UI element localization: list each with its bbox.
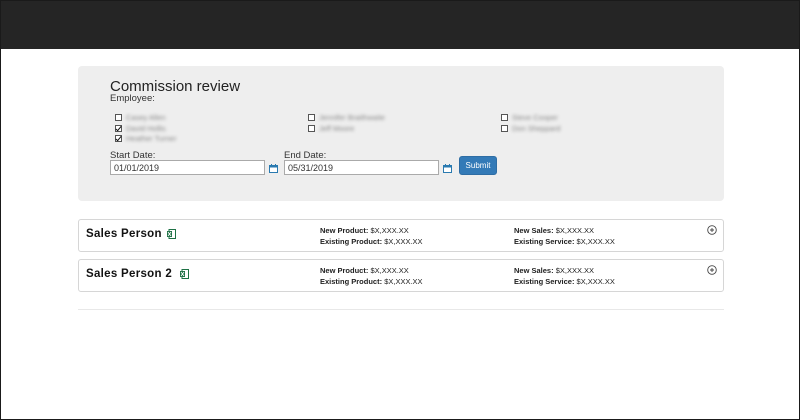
existing-service-value: $X,XXX.XX: [576, 237, 615, 246]
existing-service-metric: Existing Service: $X,XXX.XX: [514, 237, 615, 246]
employee-name: Casey Allen: [126, 112, 166, 122]
employee-checkbox[interactable]: [308, 124, 315, 132]
new-product-value: $X,XXX.XX: [370, 266, 409, 275]
new-sales-value: $X,XXX.XX: [555, 266, 595, 275]
existing-service-metric: Existing Service: $X,XXX.XX: [514, 277, 615, 286]
employee-checkbox[interactable]: [115, 113, 122, 121]
submit-button[interactable]: Submit: [459, 156, 497, 175]
employee-name: Jennifer Braithwaite: [319, 112, 385, 122]
employee-name: Heather Turner: [126, 133, 177, 143]
new-product-label: New Product:: [320, 226, 369, 235]
expand-circle-icon[interactable]: [707, 225, 717, 235]
existing-product-metric: Existing Product: $X,XXX.XX: [320, 237, 423, 246]
new-sales-metric: New Sales: $X,XXX.XX: [514, 266, 594, 275]
calendar-icon[interactable]: [269, 164, 278, 173]
existing-service-label: Existing Service:: [514, 237, 575, 246]
new-product-value: $X,XXX.XX: [370, 226, 409, 235]
existing-product-value: $X,XXX.XX: [384, 237, 423, 246]
existing-product-value: $X,XXX.XX: [384, 277, 423, 286]
salesperson-name: Sales Person 2: [86, 268, 173, 280]
new-product-metric: New Product: $X,XXX.XX: [320, 266, 409, 275]
existing-product-metric: Existing Product: $X,XXX.XX: [320, 277, 423, 286]
new-product-label: New Product:: [320, 266, 369, 275]
employee-checkbox[interactable]: [308, 113, 315, 121]
start-date-input[interactable]: [110, 160, 265, 175]
screenshot-border: [0, 0, 800, 420]
employee-option[interactable]: Steve Cooper: [501, 112, 558, 122]
employee-option[interactable]: David Hollis: [115, 123, 166, 133]
existing-product-label: Existing Product:: [320, 277, 383, 286]
employee-option[interactable]: Jennifer Braithwaite: [308, 112, 385, 122]
salesperson-name: Sales Person: [86, 228, 162, 240]
divider: [78, 309, 724, 310]
existing-service-label: Existing Service:: [514, 277, 575, 286]
employee-option[interactable]: Jeff Moore: [308, 123, 354, 133]
new-sales-label: New Sales:: [514, 226, 554, 235]
excel-icon[interactable]: [180, 269, 189, 279]
existing-service-value: $X,XXX.XX: [576, 277, 615, 286]
employee-checkbox[interactable]: [115, 124, 122, 132]
employee-name: Jeff Moore: [319, 123, 355, 133]
new-sales-value: $X,XXX.XX: [555, 226, 595, 235]
new-sales-metric: New Sales: $X,XXX.XX: [514, 226, 594, 235]
employee-name: David Hollis: [126, 123, 166, 133]
excel-icon[interactable]: [167, 229, 176, 239]
commission-filter-panel: Commission review Employee: Casey Allen …: [78, 66, 724, 201]
employee-option[interactable]: Heather Turner: [115, 133, 176, 143]
expand-circle-icon[interactable]: [707, 265, 717, 275]
employee-label: Employee:: [110, 93, 155, 104]
employee-option[interactable]: Don Sheppard: [501, 123, 560, 133]
end-date-input[interactable]: [284, 160, 439, 175]
employee-checkbox[interactable]: [115, 134, 122, 142]
employee-checkbox[interactable]: [501, 124, 508, 132]
existing-product-label: Existing Product:: [320, 237, 383, 246]
salesperson-card: Sales Person New Product: $X,XXX.XX Exis…: [78, 219, 724, 252]
new-product-metric: New Product: $X,XXX.XX: [320, 226, 409, 235]
salesperson-card: Sales Person 2 New Product: $X,XXX.XX Ex…: [78, 259, 724, 292]
employee-checkbox[interactable]: [501, 113, 508, 121]
new-sales-label: New Sales:: [514, 266, 554, 275]
employee-name: Don Sheppard: [512, 123, 561, 133]
employee-name: Steve Cooper: [512, 112, 558, 122]
top-navbar: [0, 0, 800, 49]
employee-option[interactable]: Casey Allen: [115, 112, 166, 122]
calendar-icon[interactable]: [443, 164, 452, 173]
